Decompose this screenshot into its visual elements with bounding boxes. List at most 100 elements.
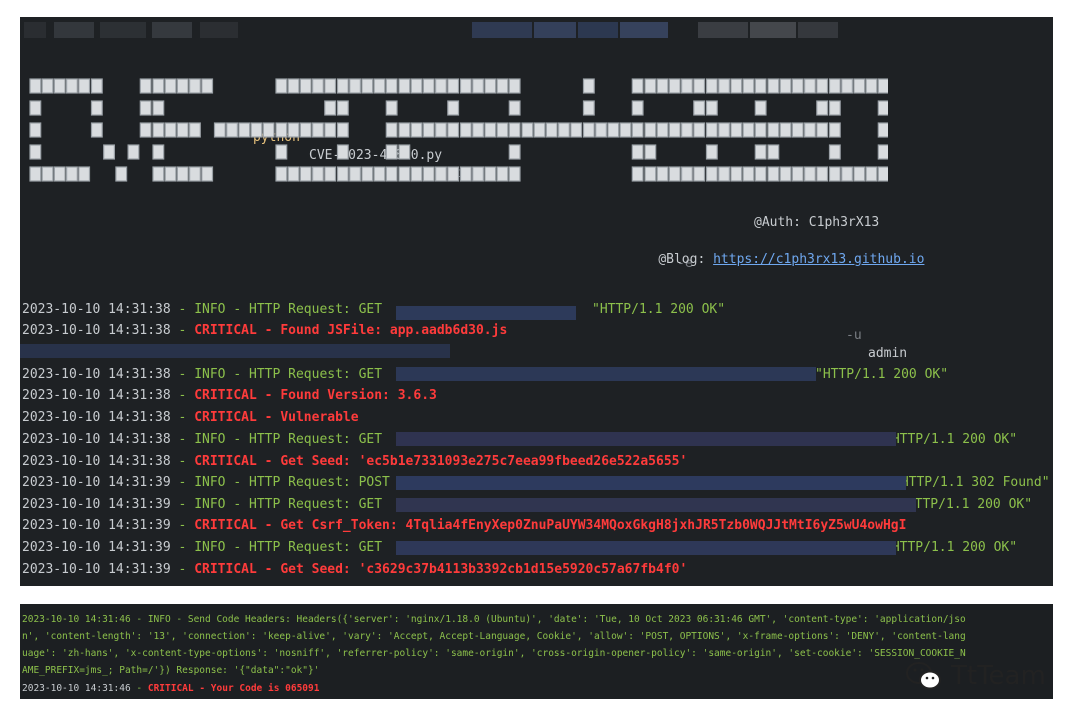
log-timestamp: 2023-10-10 14:31:38 [22,454,171,469]
banner-block [693,122,706,138]
banner-block [644,122,657,138]
log-timestamp: 2023-10-10 14:31:39 [22,518,171,533]
banner-block [816,166,829,182]
log-message: Get Seed: 'c3629c37b4113b3392cb1d15e5920… [280,562,688,577]
log-timestamp: 2023-10-10 14:31:39 [22,475,171,490]
log-message: Found Version: 3.6.3 [280,388,437,403]
log-message: HTTP Request: GET [249,367,383,382]
banner-block [742,122,755,138]
banner-block [779,78,792,94]
banner-block [189,122,201,138]
command-line: python CVE-2023-42820.py -t -e -u admin [20,21,1053,361]
banner-block [29,166,42,182]
banner-block [545,122,558,138]
banner-block [103,144,115,160]
log-timestamp: 2023-10-10 14:31:38 [22,302,171,317]
banner-block [533,122,546,138]
code-line: 2023-10-10 14:31:46 - CRITICAL - Your Co… [22,683,320,694]
banner-block [496,166,509,182]
banner-block [287,122,300,138]
username: admin [868,346,908,361]
banner-block [176,122,189,138]
http-status: "HTTP/1.1 200 OK" [899,497,1033,512]
banner-block [841,166,854,182]
log-line: 2023-10-10 14:31:39 - CRITICAL - Get See… [22,562,688,577]
banner-block [164,166,177,182]
banner-block [213,122,226,138]
watermark: TtTeam [905,660,1046,692]
banner-block [767,166,780,182]
banner-block [718,78,731,94]
log-level: CRITICAL [194,323,257,338]
banner-block [312,122,324,138]
banner-block [139,122,152,138]
banner-block [841,78,854,94]
wechat-icon [906,662,941,690]
banner-block [324,166,337,182]
banner-block [385,78,398,94]
banner-block [275,166,288,182]
log-message: Found JSFile: app.aadb6d30.js [280,323,508,338]
banner-block [718,122,731,138]
banner-block [152,122,165,138]
banner-block [877,144,888,160]
banner-block [656,166,669,182]
banner-block [644,144,657,160]
banner-block [680,122,693,138]
banner-block [312,166,324,182]
banner-block [312,78,324,94]
log-timestamp: 2023-10-10 14:31:39 [22,497,171,512]
banner-block [287,166,300,182]
banner-block [299,166,312,182]
banner-block [816,78,829,94]
blog-label: @Blog: [658,252,706,267]
log-level: INFO [194,367,226,382]
banner-block [29,78,42,94]
headers-line-2: n', 'content-length': '13', 'connection'… [22,631,966,642]
banner-block [730,78,743,94]
banner-block [164,122,177,138]
banner-block [693,78,706,94]
http-status: "HTTP/1.1 200 OK" [884,432,1018,447]
log-message: Vulnerable [280,410,359,425]
log-line: 2023-10-10 14:31:38 - CRITICAL - Found V… [22,388,437,403]
banner-block [422,122,435,138]
banner-block [828,122,841,138]
redacted-url [396,306,576,320]
banner-block [705,100,718,116]
banner-block [767,144,780,160]
banner-block [447,100,460,116]
banner-block [299,78,312,94]
banner-block [176,166,189,182]
log-timestamp: 2023-10-10 14:31:38 [22,432,171,447]
banner-block [422,78,435,94]
banner-block [65,166,78,182]
banner-block [410,166,423,182]
banner-block [226,122,238,138]
banner-block [472,166,485,182]
banner-block [521,122,534,138]
log-level: CRITICAL [194,388,257,403]
banner-block [152,78,165,94]
log-line: 2023-10-10 14:31:38 - CRITICAL - Vulnera… [22,410,359,425]
banner-block [631,144,644,160]
log-timestamp: 2023-10-10 14:31:39 [22,562,171,577]
banner-block [631,122,644,138]
log-level: CRITICAL [194,410,257,425]
banner-block [324,78,337,94]
banner-block [336,100,349,116]
headers-line-1: 2023-10-10 14:31:46 - INFO - Send Code H… [22,614,966,625]
blog-line: @Blog: https://c1ph3rx13.github.io [627,237,924,282]
banner-block [447,122,460,138]
banner-block [238,122,251,138]
log-line: 2023-10-10 14:31:38 - CRITICAL - Found J… [22,323,508,338]
banner-block [816,100,829,116]
banner-block [29,122,42,138]
banner-block [803,122,816,138]
log-timestamp: 2023-10-10 14:31:38 [22,367,171,382]
log-message: Get Seed: 'ec5b1e7331093e275c7eea99fbeed… [280,454,688,469]
banner-block [90,78,103,94]
blog-link[interactable]: https://c1ph3rx13.github.io [713,252,924,267]
banner-block [435,166,447,182]
flag-u: -u [846,328,862,343]
